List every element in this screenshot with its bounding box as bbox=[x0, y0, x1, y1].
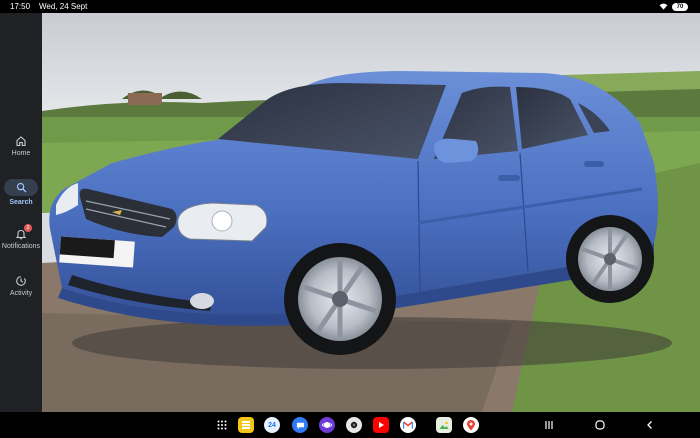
blue-sedan-image bbox=[42, 13, 700, 412]
back-button[interactable] bbox=[642, 417, 658, 433]
nav-label-activity: Activity bbox=[9, 290, 33, 297]
car-photo bbox=[42, 13, 700, 412]
gallery-icon bbox=[439, 421, 449, 429]
home-circle-icon bbox=[595, 420, 605, 430]
calendar-icon: 24 bbox=[268, 421, 276, 429]
notes-icon bbox=[242, 424, 250, 426]
side-navigation-rail: Home Search 2 Notifications Activity bbox=[0, 13, 42, 412]
search-icon bbox=[16, 182, 26, 193]
nav-label-search: Search bbox=[9, 199, 33, 206]
active-indicator bbox=[4, 179, 38, 196]
app-gallery[interactable] bbox=[436, 417, 452, 433]
app-drawer-button[interactable] bbox=[214, 417, 230, 433]
nav-item-home[interactable]: Home bbox=[0, 135, 42, 157]
app-gmail[interactable] bbox=[400, 417, 416, 433]
camera-icon bbox=[350, 421, 358, 429]
planet-icon bbox=[322, 422, 332, 428]
app-messages[interactable] bbox=[292, 417, 308, 433]
side-mirror bbox=[434, 138, 479, 163]
nav-label-notifications: Notifications bbox=[1, 243, 41, 250]
recents-button[interactable] bbox=[541, 417, 557, 433]
app-maps[interactable] bbox=[463, 417, 479, 433]
app-youtube[interactable] bbox=[373, 417, 389, 433]
app-internet[interactable] bbox=[319, 417, 335, 433]
notification-badge: 2 bbox=[24, 224, 32, 232]
grid-icon bbox=[217, 420, 227, 430]
battery-indicator: 70 bbox=[672, 2, 688, 11]
clock-icon bbox=[16, 276, 26, 286]
status-bar: 17:50 Wed, 24 Sept 70 bbox=[0, 0, 700, 13]
back-chevron-icon bbox=[647, 421, 652, 429]
home-button[interactable] bbox=[592, 417, 608, 433]
map-pin-icon bbox=[467, 419, 475, 430]
recents-icon bbox=[545, 421, 553, 429]
chat-icon bbox=[296, 422, 304, 429]
app-camera[interactable] bbox=[346, 417, 362, 433]
status-time: 17:50 bbox=[10, 2, 31, 11]
nav-item-activity[interactable]: Activity bbox=[0, 275, 42, 297]
mail-icon bbox=[403, 421, 413, 429]
home-icon bbox=[16, 136, 26, 147]
status-icons: 70 bbox=[659, 2, 688, 11]
status-date: Wed, 24 Sept bbox=[39, 2, 88, 11]
nav-item-search[interactable]: Search bbox=[0, 179, 42, 206]
app-notes[interactable] bbox=[238, 417, 254, 433]
wifi-icon bbox=[659, 3, 668, 10]
nav-item-notifications[interactable]: 2 Notifications bbox=[0, 224, 42, 250]
taskbar: 24 bbox=[0, 412, 700, 438]
app-calendar[interactable]: 24 bbox=[264, 417, 280, 433]
play-icon bbox=[379, 422, 384, 428]
nav-label-home: Home bbox=[11, 150, 31, 157]
